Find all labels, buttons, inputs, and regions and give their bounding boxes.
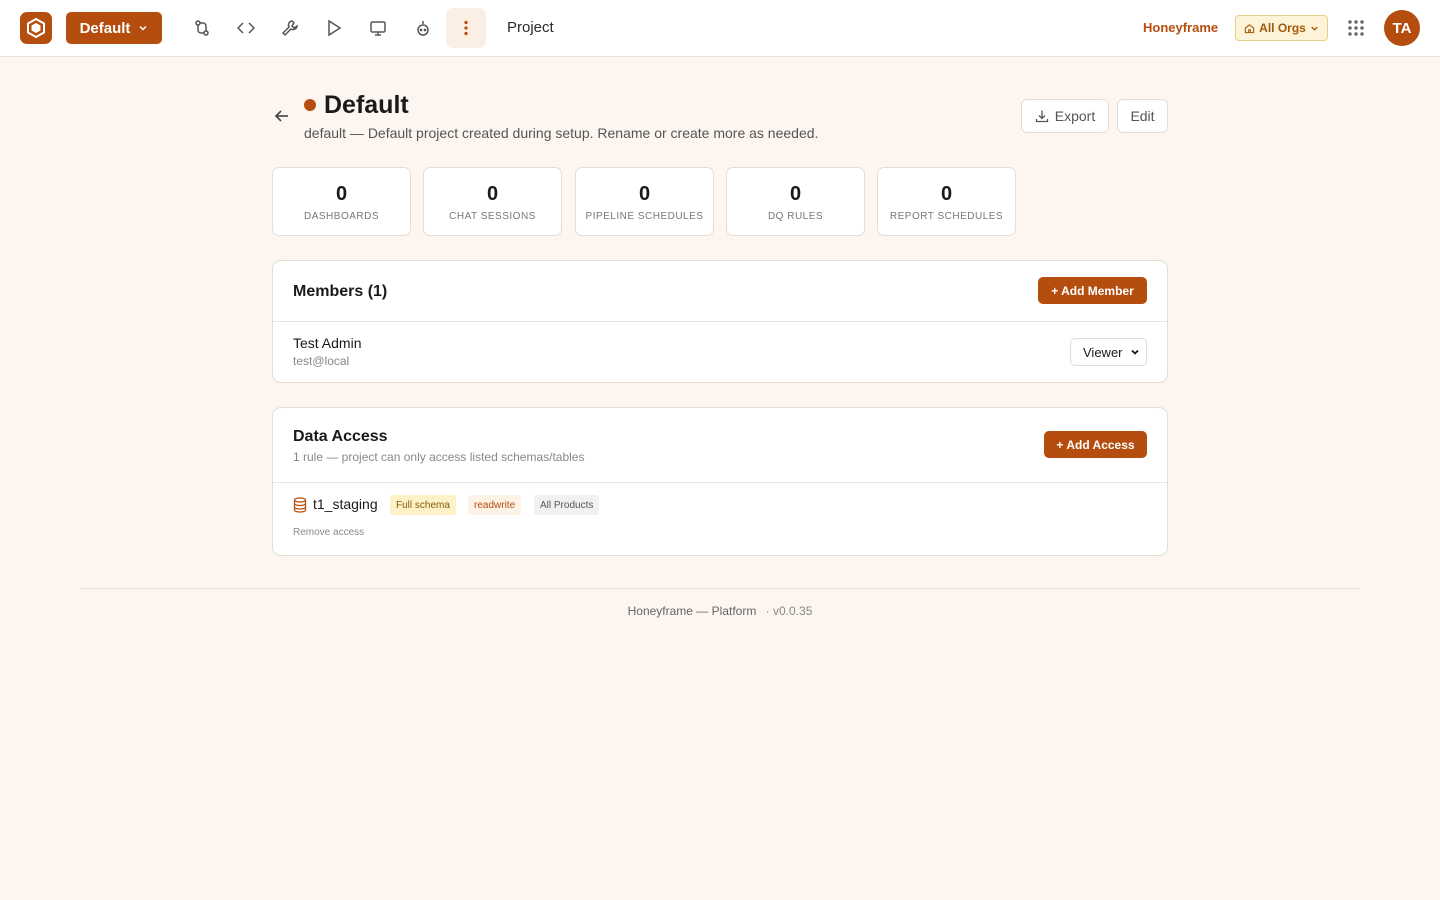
org-filter-button[interactable]: All Orgs	[1235, 15, 1328, 41]
project-switcher-label: Default	[79, 19, 131, 37]
stat-card-dq-rules[interactable]: 0 DQ RULES	[726, 167, 865, 236]
data-access-card: Data Access 1 rule — project can only ac…	[272, 407, 1168, 556]
top-bar: Default Project Honeyframe All Orgs TA	[0, 0, 1440, 57]
stat-value: 0	[789, 183, 802, 205]
wrench-icon	[281, 20, 298, 37]
stat-label: CHAT SESSIONS	[449, 211, 536, 222]
page-description: default — Default project created during…	[304, 125, 819, 141]
org-filter-label: All Orgs	[1259, 21, 1306, 35]
schema-name: t1_staging	[313, 496, 378, 512]
stat-label: DQ RULES	[767, 211, 824, 222]
member-role-select[interactable]: Viewer	[1070, 338, 1147, 366]
project-switcher-button[interactable]: Default	[66, 12, 162, 44]
member-email: test@local	[293, 354, 350, 368]
nav-tools[interactable]	[270, 8, 310, 48]
footer-divider	[80, 588, 1360, 589]
scope-badge: Full schema	[390, 495, 456, 515]
chevron-down-icon	[1131, 349, 1139, 355]
stat-value: 0	[638, 183, 651, 205]
database-icon	[293, 497, 307, 513]
data-access-title: Data Access	[293, 428, 388, 445]
apps-grid-icon[interactable]	[1346, 18, 1366, 38]
mode-badge: readwrite	[468, 495, 522, 515]
divider	[273, 482, 1167, 483]
export-button[interactable]: Export	[1021, 99, 1109, 133]
stat-value: 0	[940, 183, 953, 205]
footer-version: · v0.0.35	[765, 604, 813, 618]
back-arrow-icon[interactable]	[272, 106, 292, 126]
nav-more[interactable]	[446, 8, 486, 48]
stat-label: DASHBOARDS	[303, 211, 379, 222]
nav-run[interactable]	[314, 8, 354, 48]
data-access-subtitle: 1 rule — project can only access listed …	[293, 450, 585, 464]
nav-title: Project	[507, 19, 554, 36]
stat-value: 0	[335, 183, 348, 205]
footer-text: Honeyframe — Platform	[627, 604, 757, 618]
hexagon-logo-icon	[27, 17, 45, 39]
members-card: Members (1) + Add Member Test Admin test…	[272, 260, 1168, 383]
member-role-value: Viewer	[1083, 344, 1123, 360]
member-name: Test Admin	[293, 335, 362, 351]
add-member-button[interactable]: + Add Member	[1038, 277, 1147, 304]
org-name[interactable]: Honeyframe	[1143, 20, 1218, 35]
members-title: Members (1)	[293, 283, 388, 300]
monitor-icon	[370, 21, 386, 36]
chevron-down-icon	[1311, 26, 1318, 31]
stat-card-chat-sessions[interactable]: 0 CHAT SESSIONS	[423, 167, 562, 236]
edit-button[interactable]: Edit	[1117, 99, 1168, 133]
code-icon	[237, 22, 255, 34]
page-title: Default	[324, 91, 409, 119]
logo[interactable]	[20, 12, 52, 44]
git-compare-icon	[195, 20, 209, 36]
project-status-dot	[304, 99, 316, 111]
play-icon	[328, 19, 342, 37]
stat-value: 0	[486, 183, 499, 205]
stat-card-dashboards[interactable]: 0 DASHBOARDS	[272, 167, 411, 236]
divider	[273, 321, 1167, 322]
remove-access-link[interactable]: Remove access	[293, 527, 364, 538]
home-icon	[1244, 23, 1255, 33]
chevron-down-icon	[139, 25, 147, 31]
stat-label: REPORT SCHEDULES	[889, 211, 1004, 222]
nav-code[interactable]	[226, 8, 266, 48]
stat-card-report-schedules[interactable]: 0 REPORT SCHEDULES	[877, 167, 1016, 236]
edit-label: Edit	[1130, 108, 1155, 124]
footer: Honeyframe — Platform · v0.0.35	[0, 604, 1440, 618]
bot-icon	[417, 21, 429, 36]
nav-git-branch[interactable]	[182, 8, 222, 48]
nav-assistant[interactable]	[403, 8, 443, 48]
nav-monitor[interactable]	[358, 8, 398, 48]
add-access-button[interactable]: + Add Access	[1044, 431, 1147, 458]
download-icon	[1035, 110, 1048, 123]
export-label: Export	[1054, 108, 1096, 124]
products-badge: All Products	[534, 495, 600, 515]
user-avatar[interactable]: TA	[1384, 10, 1420, 46]
more-vertical-icon	[464, 20, 468, 36]
stat-label: PIPELINE SCHEDULES	[585, 211, 704, 222]
stat-card-pipeline-schedules[interactable]: 0 PIPELINE SCHEDULES	[575, 167, 714, 236]
